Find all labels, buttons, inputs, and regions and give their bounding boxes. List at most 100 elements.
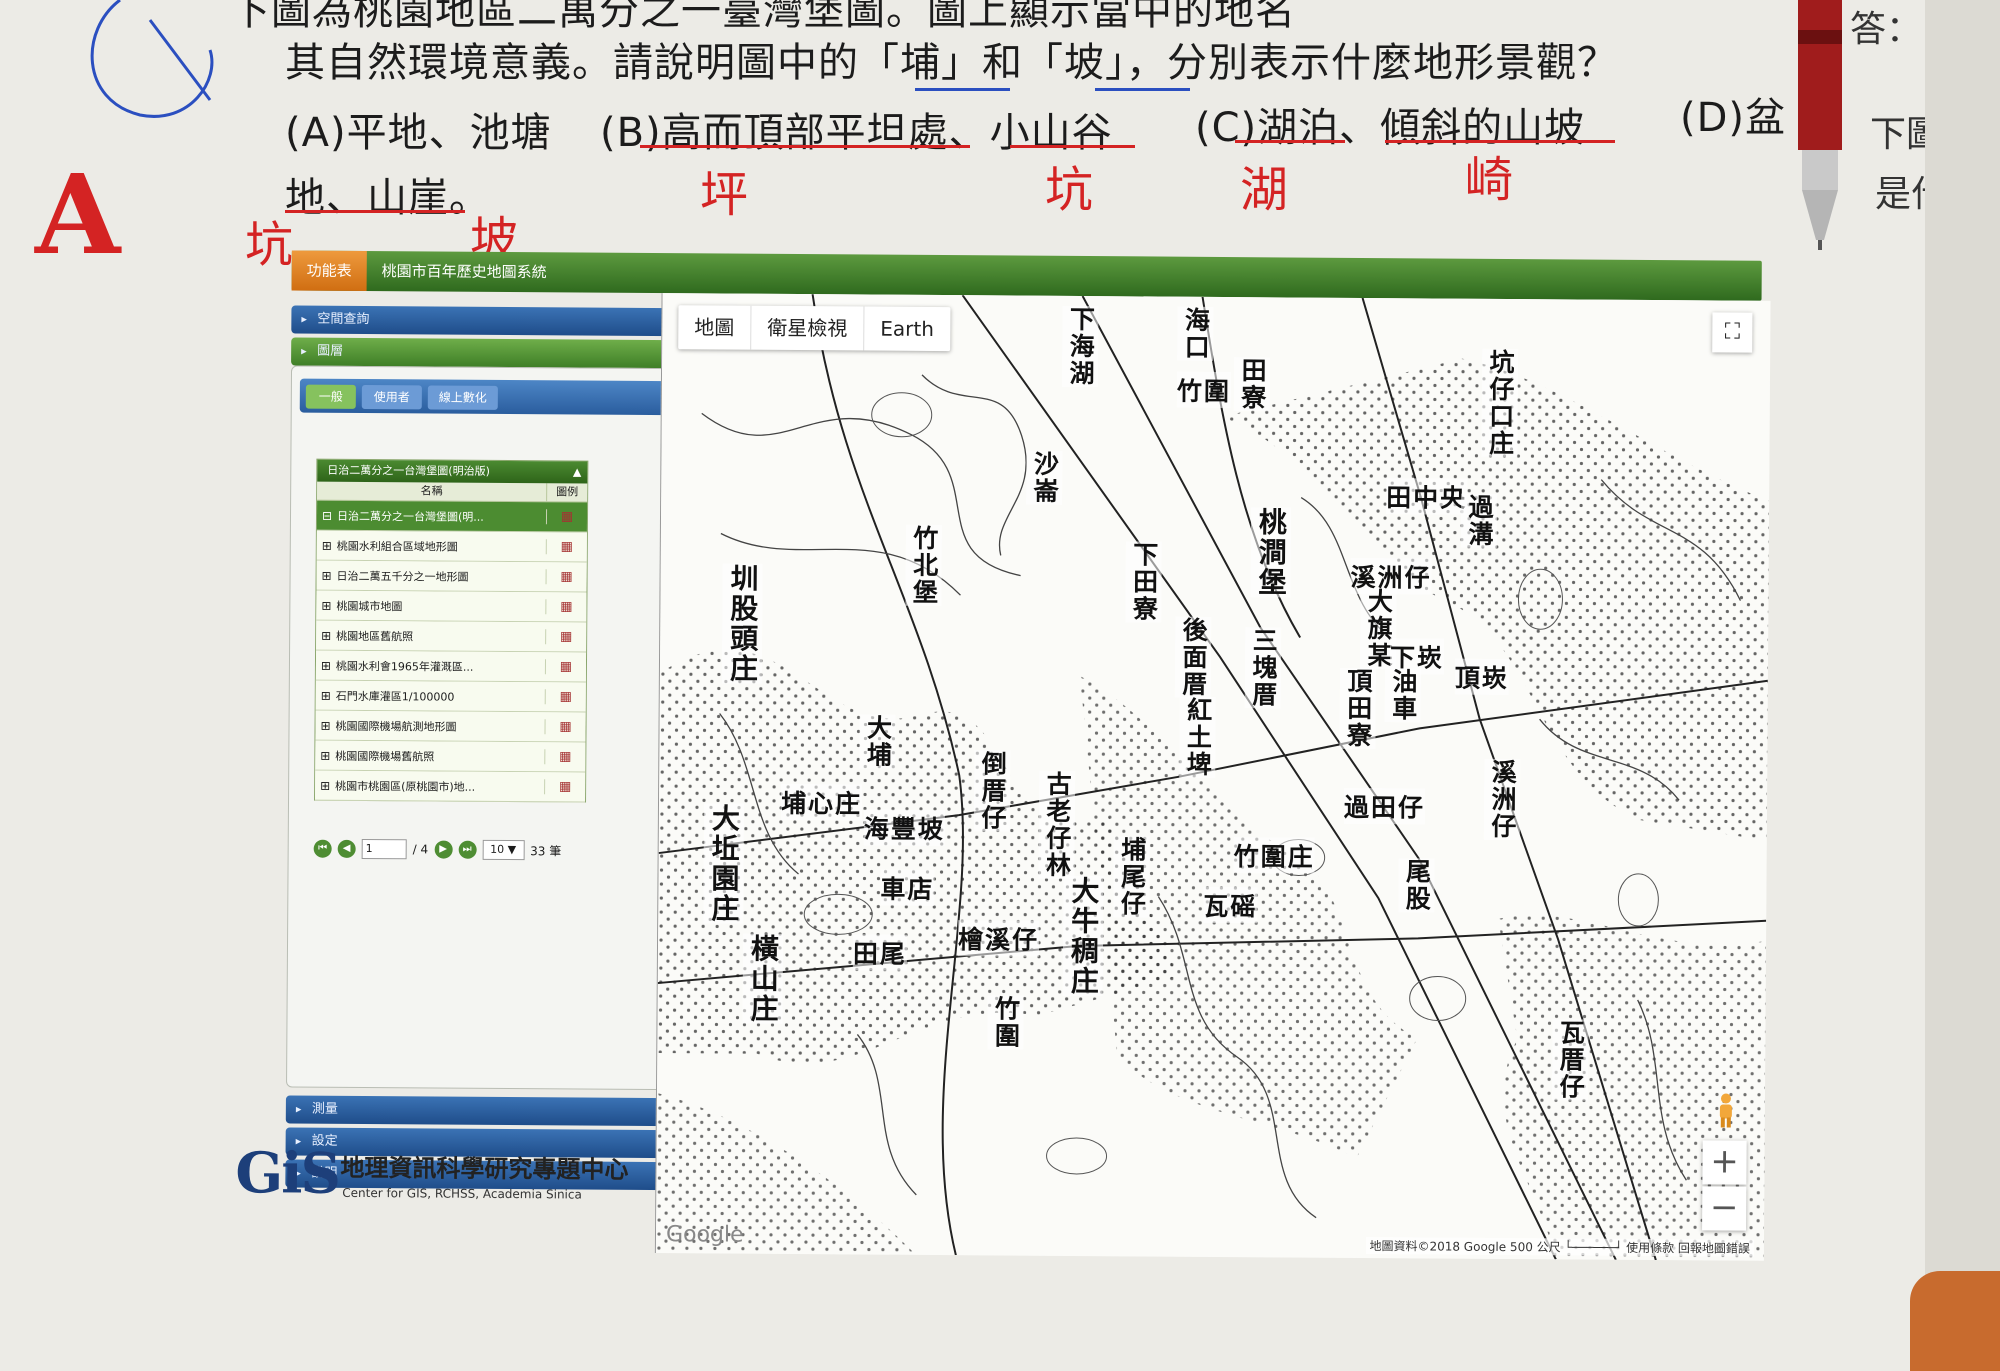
legend-icon[interactable]: ▦ <box>545 599 587 615</box>
layer-name: 日治二萬五千分之一地形圖 <box>336 569 469 584</box>
legend-icon[interactable]: ▦ <box>545 509 588 525</box>
google-logo: Google <box>665 1222 744 1248</box>
subtab-general[interactable]: 一般 <box>305 384 356 409</box>
legend-icon[interactable]: ▦ <box>545 629 587 645</box>
layer-row[interactable]: ⊞ 石門水庫灌區1/100000 ▦ <box>315 680 586 713</box>
prev-page-icon[interactable]: ◀ <box>337 839 356 858</box>
maptype-map[interactable]: 地圖 <box>678 305 752 350</box>
expand-icon[interactable]: ⊞ <box>316 598 336 612</box>
last-page-icon[interactable]: ⏭ <box>458 840 477 859</box>
map-type-selector: 地圖 衛星檢視 Earth <box>678 305 951 352</box>
column-name: 名稱 <box>420 484 443 498</box>
pen-icon <box>1798 0 1842 250</box>
red-underline-c1 <box>1235 140 1345 143</box>
legend-icon[interactable]: ▦ <box>544 659 587 675</box>
place-label: 田中央 <box>1386 478 1468 515</box>
place-label: 紅土埤 <box>1179 696 1216 778</box>
map-view[interactable]: 地圖 衛星檢視 Earth ⛶ 下海湖 海口 竹圍 田寮 坑仔口庄 沙崙 田中央… <box>654 293 1771 1261</box>
zoom-in-button[interactable]: + <box>1702 1140 1747 1185</box>
layer-row[interactable]: ⊟ 日治二萬分之一台灣堡圖(明... ▦ <box>316 500 588 533</box>
layer-row[interactable]: ⊞ 桃園國際機場航測地形圖 ▦ <box>315 710 586 743</box>
accordion-layers[interactable]: 圖層 <box>291 337 692 369</box>
street-view-pegman-icon[interactable] <box>1715 1092 1737 1128</box>
layer-group-title: 日治二萬分之一台灣堡圖(明治版) <box>327 463 490 478</box>
layer-name: 石門水庫灌區1/100000 <box>335 689 455 704</box>
legend-icon[interactable]: ▦ <box>544 749 586 765</box>
gis-center-name-zh: 地理資訊科學研究專題中心 <box>340 1153 629 1184</box>
expand-icon[interactable]: ⊞ <box>315 748 335 762</box>
handwritten-note-b2: 坑 <box>1045 162 1094 218</box>
layer-column-header: 名稱 圖例 <box>317 481 588 503</box>
blue-circle-mark <box>90 0 214 118</box>
fullscreen-icon[interactable]: ⛶ <box>1712 312 1753 353</box>
page-input[interactable]: 1 <box>361 838 407 860</box>
place-label: 田寮 <box>1233 357 1271 412</box>
sidebar: 空間查詢 圖層 一般 使用者 線上數化 日治二萬分之一台灣堡圖(明治版) ▲ 名… <box>275 305 701 1198</box>
expand-icon[interactable]: ⊞ <box>315 718 335 732</box>
accordion-spatial-query[interactable]: 空間查詢 <box>291 305 692 337</box>
subtab-user[interactable]: 使用者 <box>361 384 422 410</box>
maptype-earth[interactable]: Earth <box>864 306 950 351</box>
option-b: (B)高而頂部平坦處、小山谷 <box>600 110 1113 156</box>
layer-row[interactable]: ⊞ 桃園國際機場舊航照 ▦ <box>315 740 586 773</box>
legend-icon[interactable]: ▦ <box>544 779 586 795</box>
layer-row[interactable]: ⊞ 桃園城市地圖 ▦ <box>316 590 587 623</box>
place-label: 瓦磘 <box>1203 886 1258 924</box>
place-label: 田尾 <box>852 934 908 971</box>
place-label: 竹北堡 <box>905 524 942 607</box>
expand-icon[interactable]: ⊞ <box>315 778 335 792</box>
handwritten-note-c: 湖 <box>1240 162 1289 218</box>
page-size-select[interactable]: 10 ▼ <box>482 839 525 861</box>
accordion-measure[interactable]: 測量 <box>285 1095 686 1127</box>
function-menu-tab[interactable]: 功能表 <box>291 250 367 292</box>
layer-subtabs: 一般 使用者 線上數化 <box>299 378 670 416</box>
question-line-4: 地、山崖。 <box>285 175 490 221</box>
orange-object <box>1910 1271 2000 1371</box>
layer-row[interactable]: ⊞ 桃園水利會1965年灌溉區... ▦ <box>315 650 587 683</box>
expand-icon[interactable]: ⊞ <box>316 658 336 672</box>
layer-group-header[interactable]: 日治二萬分之一台灣堡圖(明治版) ▲ <box>317 459 588 484</box>
blue-underline-po <box>1095 88 1190 91</box>
place-label: 大埔 <box>859 714 896 769</box>
place-label: 大坵園庄 <box>703 803 745 924</box>
place-label: 竹圍庄 <box>1233 837 1315 874</box>
map-attribution[interactable]: 地圖資料©2018 Google 500 公尺 └──────┘ 使用條款 回報… <box>1365 1237 1754 1257</box>
layer-row[interactable]: ⊞ 桃園市桃園區(原桃園市)地... ▦ <box>315 770 586 803</box>
subtab-online-digitize[interactable]: 線上數化 <box>427 385 498 410</box>
collapse-icon[interactable]: ▲ <box>573 461 582 483</box>
legend-icon[interactable]: ▦ <box>545 539 587 555</box>
place-label: 海豐坡 <box>863 809 945 847</box>
red-underline-b2 <box>1010 145 1135 148</box>
layer-row[interactable]: ⊞ 桃園水利組合區域地形圖 ▦ <box>316 530 587 563</box>
expand-icon[interactable]: ⊞ <box>317 568 337 582</box>
first-page-icon[interactable]: ⏮ <box>313 839 332 858</box>
layer-row[interactable]: ⊞ 日治二萬五千分之一地形圖 ▦ <box>316 560 587 593</box>
place-label: 下田寮 <box>1125 541 1162 623</box>
legend-icon[interactable]: ▦ <box>545 569 587 585</box>
place-label: 坑仔口庄 <box>1481 348 1519 458</box>
zoom-out-button[interactable]: − <box>1702 1186 1747 1231</box>
place-label: 後面厝 <box>1174 616 1212 698</box>
place-label: 車店 <box>880 869 935 906</box>
layer-name: 桃園市桃園區(原桃園市)地... <box>335 779 476 794</box>
page-total: / 4 <box>412 842 429 857</box>
place-label: 埔尾仔 <box>1113 836 1150 918</box>
layer-row[interactable]: ⊞ 桃園地區舊航照 ▦ <box>316 620 587 653</box>
place-label: 圳股頭庄 <box>721 563 763 684</box>
expand-icon[interactable]: ⊞ <box>316 688 336 702</box>
red-underline-d <box>285 210 465 213</box>
place-label: 沙崙 <box>1026 450 1063 505</box>
handwritten-note-b: 坪 <box>700 167 749 223</box>
legend-icon[interactable]: ▦ <box>544 719 586 735</box>
expand-icon[interactable]: ⊟ <box>317 508 337 522</box>
maptype-satellite[interactable]: 衛星檢視 <box>751 305 865 351</box>
place-label: 三塊厝 <box>1244 627 1282 709</box>
option-c: (C)湖泊、傾斜的山坡 <box>1195 105 1586 151</box>
expand-icon[interactable]: ⊞ <box>316 628 336 642</box>
place-label: 大牛稠庄 <box>1062 875 1104 997</box>
layer-name: 桃園國際機場航測地形圖 <box>335 719 457 734</box>
legend-icon[interactable]: ▦ <box>544 689 586 705</box>
expand-icon[interactable]: ⊞ <box>317 538 337 552</box>
place-label: 竹圍 <box>1176 371 1232 409</box>
next-page-icon[interactable]: ▶ <box>434 840 453 859</box>
